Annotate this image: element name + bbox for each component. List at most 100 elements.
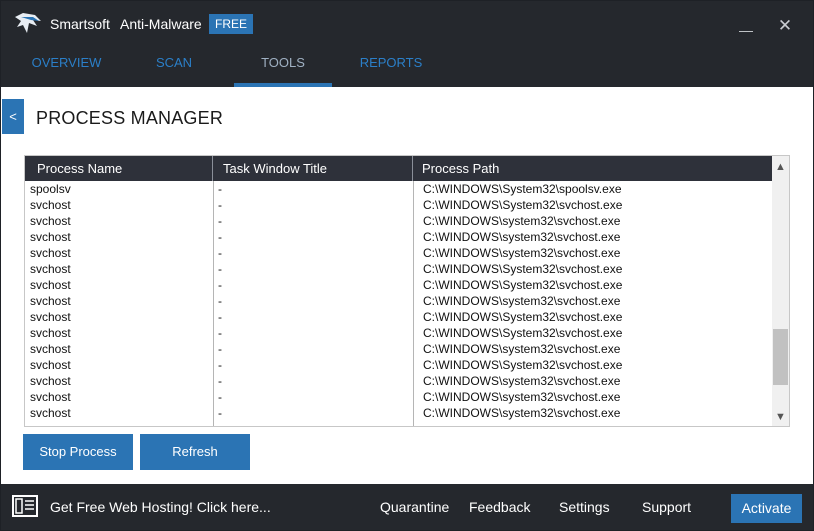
tab-overview-label: OVERVIEW [31, 55, 102, 70]
cell-process-name: svchost [30, 262, 71, 276]
table-row[interactable]: svchost - C:\WINDOWS\System32\svchost.exe [25, 261, 772, 277]
tab-tools[interactable]: TOOLS [234, 49, 332, 87]
column-header-process-path[interactable]: Process Path [413, 156, 772, 181]
support-link[interactable]: Support [642, 499, 691, 515]
cell-process-name: svchost [30, 214, 71, 228]
main-nav: OVERVIEW SCAN TOOLS REPORTS [1, 49, 813, 87]
brand-name: Smartsoft [50, 16, 110, 32]
feedback-link[interactable]: Feedback [469, 499, 530, 515]
table-row[interactable]: svchost - C:\WINDOWS\system32\svchost.exe [25, 213, 772, 229]
cell-task-window-title: - [218, 326, 222, 340]
table-row[interactable]: svchost - C:\WINDOWS\system32\svchost.exe [25, 341, 772, 357]
cell-process-name: svchost [30, 294, 71, 308]
table-header: Process Name Task Window Title Process P… [25, 156, 772, 181]
column-header-process-name[interactable]: Process Name [25, 156, 213, 181]
table-row[interactable]: svchost - C:\WINDOWS\System32\svchost.exe [25, 325, 772, 341]
free-badge: FREE [209, 14, 253, 34]
product-name: Anti-Malware [120, 16, 202, 32]
logo-icon [15, 13, 41, 33]
cell-process-path: C:\WINDOWS\system32\svchost.exe [423, 342, 621, 356]
cell-task-window-title: - [218, 182, 222, 196]
table-row[interactable]: svchost - C:\WINDOWS\system32\svchost.exe [25, 229, 772, 245]
cell-process-name: svchost [30, 374, 71, 388]
cell-process-path: C:\WINDOWS\system32\svchost.exe [423, 390, 621, 404]
table-row[interactable]: svchost - C:\WINDOWS\system32\svchost.exe [25, 293, 772, 309]
cell-process-path: C:\WINDOWS\System32\svchost.exe [423, 310, 623, 324]
cell-process-path: C:\WINDOWS\System32\spoolsv.exe [423, 182, 622, 196]
column-header-task-window-title[interactable]: Task Window Title [213, 156, 413, 181]
table-body: spoolsv - C:\WINDOWS\System32\spoolsv.exe s… [25, 181, 772, 426]
cell-task-window-title: - [218, 278, 222, 292]
tab-reports[interactable]: REPORTS [344, 49, 438, 87]
cell-process-name: svchost [30, 246, 71, 260]
activate-button[interactable]: Activate [731, 494, 802, 523]
table-row[interactable]: svchost - C:\WINDOWS\System32\svchost.exe [25, 277, 772, 293]
cell-process-path: C:\WINDOWS\System32\svchost.exe [423, 262, 623, 276]
cell-process-name: svchost [30, 230, 71, 244]
app-window: Smartsoft Anti-Malware FREE — ✕ OVERVIEW… [0, 0, 814, 531]
cell-process-name: svchost [30, 406, 71, 420]
cell-process-name: svchost [30, 310, 71, 324]
cell-process-path: C:\WINDOWS\System32\svchost.exe [423, 326, 623, 340]
scroll-up-icon[interactable]: ▲ [772, 160, 789, 174]
cell-process-name: svchost [30, 390, 71, 404]
page-title: PROCESS MANAGER [36, 108, 224, 128]
cell-task-window-title: - [218, 294, 222, 308]
tab-scan-label: SCAN [155, 55, 193, 70]
cell-task-window-title: - [218, 198, 222, 212]
cell-process-path: C:\WINDOWS\system32\svchost.exe [423, 230, 621, 244]
back-button[interactable]: < [2, 99, 24, 134]
cell-process-name: svchost [30, 278, 71, 292]
cell-task-window-title: - [218, 406, 222, 420]
cell-process-path: C:\WINDOWS\system32\svchost.exe [423, 214, 621, 228]
cell-process-path: C:\WINDOWS\system32\svchost.exe [423, 374, 621, 388]
minimize-button[interactable]: — [739, 23, 753, 37]
table-row[interactable]: svchost - C:\WINDOWS\system32\svchost.exe [25, 405, 772, 421]
cell-process-name: svchost [30, 198, 71, 212]
cell-process-path: C:\WINDOWS\system32\svchost.exe [423, 294, 621, 308]
cell-process-name: svchost [30, 326, 71, 340]
cell-task-window-title: - [218, 374, 222, 388]
table-row[interactable]: svchost - C:\WINDOWS\system32\svchost.exe [25, 373, 772, 389]
cell-process-path: C:\WINDOWS\System32\svchost.exe [423, 198, 623, 212]
tab-tools-label: TOOLS [261, 55, 305, 70]
settings-link[interactable]: Settings [559, 499, 610, 515]
table-row[interactable]: svchost - C:\WINDOWS\System32\svchost.exe [25, 197, 772, 213]
cell-process-name: svchost [30, 358, 71, 372]
cell-process-path: C:\WINDOWS\system32\svchost.exe [423, 406, 621, 420]
cell-task-window-title: - [218, 310, 222, 324]
scroll-down-icon[interactable]: ▼ [772, 410, 789, 424]
cell-process-path: C:\WINDOWS\System32\svchost.exe [423, 358, 623, 372]
cell-task-window-title: - [218, 342, 222, 356]
quarantine-link[interactable]: Quarantine [380, 499, 449, 515]
table-row[interactable]: spoolsv - C:\WINDOWS\System32\spoolsv.exe [25, 181, 772, 197]
cell-task-window-title: - [218, 262, 222, 276]
tab-scan[interactable]: SCAN [117, 49, 231, 87]
scrollbar-thumb[interactable] [773, 329, 788, 385]
tab-reports-label: REPORTS [359, 55, 423, 70]
tab-overview[interactable]: OVERVIEW [1, 49, 132, 87]
table-row[interactable]: svchost - C:\WINDOWS\System32\svchost.exe [25, 309, 772, 325]
free-hosting-link[interactable]: Get Free Web Hosting! Click here... [50, 499, 271, 515]
cell-task-window-title: - [218, 358, 222, 372]
cell-task-window-title: - [218, 230, 222, 244]
cell-process-name: spoolsv [30, 182, 71, 196]
active-tab-indicator [234, 83, 332, 87]
cell-task-window-title: - [218, 246, 222, 260]
close-button[interactable]: ✕ [777, 17, 793, 35]
table-row[interactable]: svchost - C:\WINDOWS\system32\svchost.exe [25, 245, 772, 261]
process-table: Process Name Task Window Title Process P… [24, 155, 790, 427]
cell-process-path: C:\WINDOWS\system32\svchost.exe [423, 246, 621, 260]
cell-task-window-title: - [218, 214, 222, 228]
server-icon [12, 495, 38, 517]
cell-process-path: C:\WINDOWS\System32\svchost.exe [423, 278, 623, 292]
title-bar: Smartsoft Anti-Malware FREE — ✕ [1, 1, 813, 49]
cell-process-name: svchost [30, 342, 71, 356]
refresh-button[interactable]: Refresh [140, 434, 250, 470]
cell-task-window-title: - [218, 390, 222, 404]
vertical-scrollbar[interactable]: ▲ ▼ [772, 156, 789, 426]
table-row[interactable]: svchost - C:\WINDOWS\System32\svchost.exe [25, 357, 772, 373]
stop-process-button[interactable]: Stop Process [23, 434, 133, 470]
footer-bar: Get Free Web Hosting! Click here... Quar… [1, 484, 813, 530]
table-row[interactable]: svchost - C:\WINDOWS\system32\svchost.exe [25, 389, 772, 405]
